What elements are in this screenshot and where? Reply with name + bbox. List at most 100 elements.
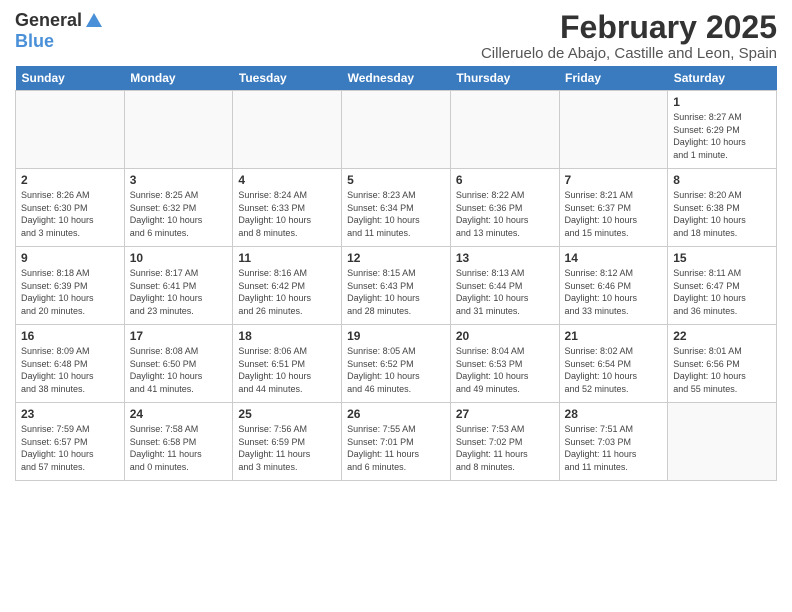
month-title: February 2025 (481, 10, 777, 45)
day-number: 11 (238, 251, 336, 265)
day-info: Sunrise: 8:05 AM Sunset: 6:52 PM Dayligh… (347, 345, 445, 395)
day-cell (16, 91, 125, 169)
day-cell: 4Sunrise: 8:24 AM Sunset: 6:33 PM Daylig… (233, 169, 342, 247)
col-friday: Friday (559, 66, 668, 91)
day-number: 3 (130, 173, 228, 187)
day-cell: 6Sunrise: 8:22 AM Sunset: 6:36 PM Daylig… (450, 169, 559, 247)
week-row-2: 9 Sunrise: 8:18 AM Sunset: 6:39 PM Daylig… (16, 247, 777, 325)
calendar-body: 1 Sunrise: 8:27 AM Sunset: 6:29 PM Daylig… (16, 91, 777, 481)
day-number: 13 (456, 251, 554, 265)
day-number: 20 (456, 329, 554, 343)
day-info: Sunrise: 8:20 AM Sunset: 6:38 PM Dayligh… (673, 189, 771, 239)
day-cell: 16Sunrise: 8:09 AM Sunset: 6:48 PM Dayli… (16, 325, 125, 403)
day-number: 2 (21, 173, 119, 187)
day-cell: 11 Sunrise: 8:16 AM Sunset: 6:42 PM Dayli… (233, 247, 342, 325)
week-row-4: 23 Sunrise: 7:59 AM Sunset: 6:57 PM Dayli… (16, 403, 777, 481)
day-info: Sunrise: 8:01 AM Sunset: 6:56 PM Dayligh… (673, 345, 771, 395)
day-cell: 22 Sunrise: 8:01 AM Sunset: 6:56 PM Dayli… (668, 325, 777, 403)
day-cell (342, 91, 451, 169)
day-info: Sunrise: 7:51 AM Sunset: 7:03 PM Dayligh… (565, 423, 663, 473)
day-cell: 19 Sunrise: 8:05 AM Sunset: 6:52 PM Dayli… (342, 325, 451, 403)
day-info: Sunrise: 8:21 AM Sunset: 6:37 PM Dayligh… (565, 189, 663, 239)
logo-icon (84, 11, 104, 31)
day-info: Sunrise: 7:56 AM Sunset: 6:59 PM Dayligh… (238, 423, 336, 473)
day-info: Sunrise: 8:18 AM Sunset: 6:39 PM Dayligh… (21, 267, 119, 317)
day-number: 16 (21, 329, 119, 343)
day-info: Sunrise: 7:53 AM Sunset: 7:02 PM Dayligh… (456, 423, 554, 473)
header-row: Sunday Monday Tuesday Wednesday Thursday… (16, 66, 777, 91)
day-cell: 15 Sunrise: 8:11 AM Sunset: 6:47 PM Dayli… (668, 247, 777, 325)
day-info: Sunrise: 8:26 AM Sunset: 6:30 PM Dayligh… (21, 189, 119, 239)
day-cell: 13 Sunrise: 8:13 AM Sunset: 6:44 PM Dayli… (450, 247, 559, 325)
day-cell: 24 Sunrise: 7:58 AM Sunset: 6:58 PM Dayli… (124, 403, 233, 481)
day-info: Sunrise: 8:13 AM Sunset: 6:44 PM Dayligh… (456, 267, 554, 317)
day-number: 23 (21, 407, 119, 421)
page-container: General Blue February 2025 Cilleruelo de… (0, 0, 792, 491)
day-cell (450, 91, 559, 169)
day-number: 8 (673, 173, 771, 187)
day-cell: 7 Sunrise: 8:21 AM Sunset: 6:37 PM Daylig… (559, 169, 668, 247)
location-title: Cilleruelo de Abajo, Castille and Leon, … (481, 45, 777, 62)
day-info: Sunrise: 8:27 AM Sunset: 6:29 PM Dayligh… (673, 111, 771, 161)
day-number: 15 (673, 251, 771, 265)
day-cell: 21 Sunrise: 8:02 AM Sunset: 6:54 PM Dayli… (559, 325, 668, 403)
day-cell (668, 403, 777, 481)
day-number: 6 (456, 173, 554, 187)
logo-general-text: General (15, 10, 82, 31)
day-number: 14 (565, 251, 663, 265)
day-info: Sunrise: 8:06 AM Sunset: 6:51 PM Dayligh… (238, 345, 336, 395)
day-cell: 28Sunrise: 7:51 AM Sunset: 7:03 PM Dayli… (559, 403, 668, 481)
calendar-table: Sunday Monday Tuesday Wednesday Thursday… (15, 66, 777, 481)
day-cell: 14Sunrise: 8:12 AM Sunset: 6:46 PM Dayli… (559, 247, 668, 325)
day-number: 22 (673, 329, 771, 343)
day-cell: 8 Sunrise: 8:20 AM Sunset: 6:38 PM Daylig… (668, 169, 777, 247)
week-row-3: 16Sunrise: 8:09 AM Sunset: 6:48 PM Dayli… (16, 325, 777, 403)
day-cell: 27 Sunrise: 7:53 AM Sunset: 7:02 PM Dayli… (450, 403, 559, 481)
week-row-1: 2 Sunrise: 8:26 AM Sunset: 6:30 PM Daylig… (16, 169, 777, 247)
col-saturday: Saturday (668, 66, 777, 91)
day-number: 25 (238, 407, 336, 421)
col-wednesday: Wednesday (342, 66, 451, 91)
day-info: Sunrise: 8:24 AM Sunset: 6:33 PM Dayligh… (238, 189, 336, 239)
day-cell (559, 91, 668, 169)
title-section: February 2025 Cilleruelo de Abajo, Casti… (481, 10, 777, 62)
day-cell: 26 Sunrise: 7:55 AM Sunset: 7:01 PM Dayli… (342, 403, 451, 481)
day-number: 21 (565, 329, 663, 343)
day-number: 24 (130, 407, 228, 421)
day-cell: 3 Sunrise: 8:25 AM Sunset: 6:32 PM Daylig… (124, 169, 233, 247)
day-info: Sunrise: 8:25 AM Sunset: 6:32 PM Dayligh… (130, 189, 228, 239)
day-cell: 9 Sunrise: 8:18 AM Sunset: 6:39 PM Daylig… (16, 247, 125, 325)
day-info: Sunrise: 8:15 AM Sunset: 6:43 PM Dayligh… (347, 267, 445, 317)
col-sunday: Sunday (16, 66, 125, 91)
day-number: 7 (565, 173, 663, 187)
day-number: 1 (673, 95, 771, 109)
day-cell: 1 Sunrise: 8:27 AM Sunset: 6:29 PM Daylig… (668, 91, 777, 169)
day-info: Sunrise: 8:23 AM Sunset: 6:34 PM Dayligh… (347, 189, 445, 239)
day-info: Sunrise: 8:17 AM Sunset: 6:41 PM Dayligh… (130, 267, 228, 317)
col-thursday: Thursday (450, 66, 559, 91)
col-monday: Monday (124, 66, 233, 91)
day-info: Sunrise: 8:04 AM Sunset: 6:53 PM Dayligh… (456, 345, 554, 395)
day-number: 17 (130, 329, 228, 343)
day-info: Sunrise: 7:59 AM Sunset: 6:57 PM Dayligh… (21, 423, 119, 473)
day-info: Sunrise: 8:16 AM Sunset: 6:42 PM Dayligh… (238, 267, 336, 317)
day-number: 10 (130, 251, 228, 265)
day-info: Sunrise: 7:58 AM Sunset: 6:58 PM Dayligh… (130, 423, 228, 473)
day-info: Sunrise: 7:55 AM Sunset: 7:01 PM Dayligh… (347, 423, 445, 473)
day-info: Sunrise: 8:02 AM Sunset: 6:54 PM Dayligh… (565, 345, 663, 395)
day-info: Sunrise: 8:08 AM Sunset: 6:50 PM Dayligh… (130, 345, 228, 395)
day-number: 9 (21, 251, 119, 265)
day-number: 19 (347, 329, 445, 343)
day-number: 27 (456, 407, 554, 421)
day-cell: 10 Sunrise: 8:17 AM Sunset: 6:41 PM Dayli… (124, 247, 233, 325)
week-row-0: 1 Sunrise: 8:27 AM Sunset: 6:29 PM Daylig… (16, 91, 777, 169)
day-cell: 25 Sunrise: 7:56 AM Sunset: 6:59 PM Dayli… (233, 403, 342, 481)
day-number: 5 (347, 173, 445, 187)
day-info: Sunrise: 8:11 AM Sunset: 6:47 PM Dayligh… (673, 267, 771, 317)
day-cell: 17 Sunrise: 8:08 AM Sunset: 6:50 PM Dayli… (124, 325, 233, 403)
day-number: 12 (347, 251, 445, 265)
day-number: 18 (238, 329, 336, 343)
day-number: 26 (347, 407, 445, 421)
col-tuesday: Tuesday (233, 66, 342, 91)
day-cell: 2 Sunrise: 8:26 AM Sunset: 6:30 PM Daylig… (16, 169, 125, 247)
